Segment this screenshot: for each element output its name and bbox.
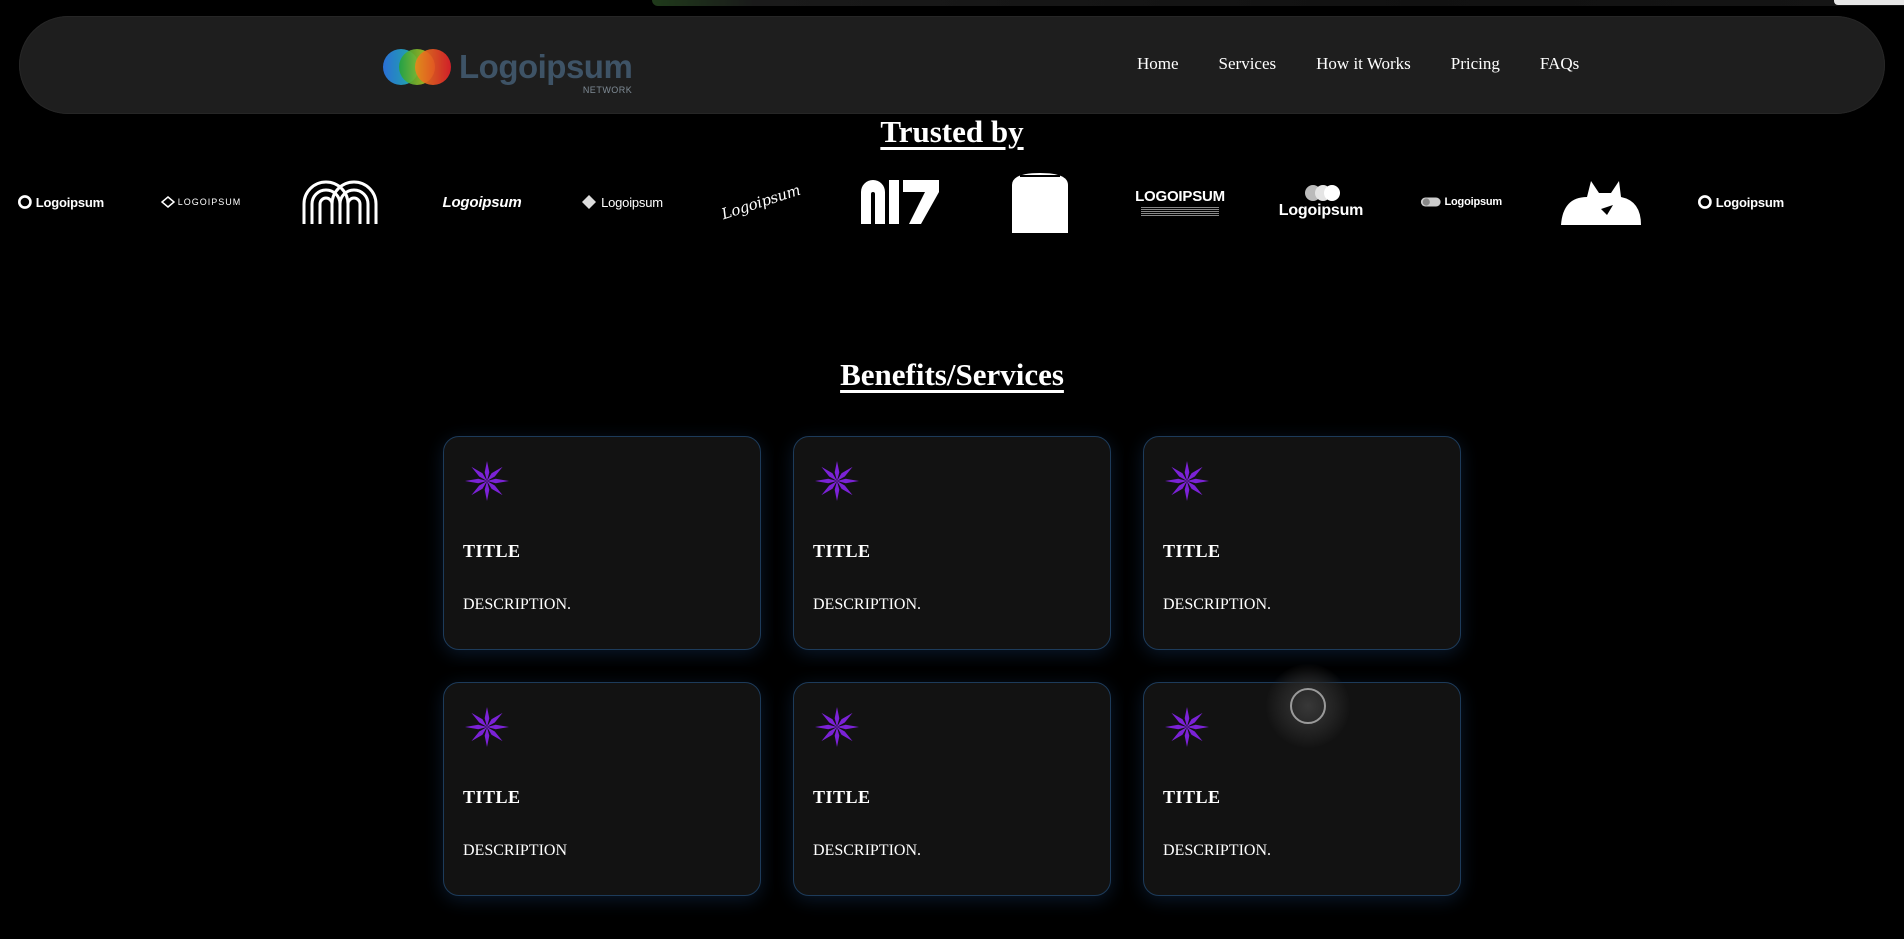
wordmark-logo-icon: Logoipsum [442,193,522,211]
nav-faqs[interactable]: FAQs [1540,54,1579,74]
reflection-stripes [1141,206,1219,216]
brand-name: Logoipsum [459,48,633,85]
script-signature-logo-icon: Logoipsum [719,180,803,224]
bubbles-logo-icon [1305,185,1340,201]
service-card-description: DESCRIPTION. [813,596,922,613]
nav-services[interactable]: Services [1219,54,1277,74]
trusted-logo [1560,170,1642,234]
trusted-logo: Logoipsum [1278,170,1364,234]
ring-logo-icon [18,195,32,209]
cat-silhouette-logo-icon [1561,181,1641,225]
service-card: TITLE DESCRIPTION. [793,682,1111,896]
service-card-title: TITLE [813,787,871,807]
nav-how-it-works[interactable]: How it Works [1316,54,1411,74]
service-card-description: DESCRIPTION. [463,596,572,613]
trusted-logo-label: Logoipsum [35,194,104,210]
brand-logo[interactable]: Logoipsum NETWORK [381,42,633,96]
service-card: TITLE DESCRIPTION. [443,436,761,650]
star-flower-icon [815,707,859,747]
service-card-title: TITLE [463,541,521,561]
trusted-logo: Logoipsum [1698,170,1784,234]
trusted-logo-row: Logoipsum LOGOIPSUM Logoipsum Logoipsum … [0,170,1904,234]
trusted-logo: Logoipsum [1420,170,1502,234]
star-flower-icon [465,707,509,747]
rainbow-circles-icon [383,49,451,85]
benefits-title: Benefits/Services [840,357,1064,392]
trusted-logo-label: Logoipsum [1444,196,1503,208]
cursor-ring-inner [1290,688,1326,724]
diamond-outline-logo-icon [160,196,175,208]
star-flower-icon [465,461,509,501]
service-card-description: DESCRIPTION. [1163,842,1272,859]
trusted-logo: Logoipsum [440,170,524,234]
cursor-indicator [1266,664,1350,748]
service-card-title: TITLE [1163,541,1221,561]
service-card-description: DESCRIPTION. [1163,596,1272,613]
service-card-description: DESCRIPTION [463,842,568,859]
brand-text: Logoipsum NETWORK [459,48,633,96]
nav-home[interactable]: Home [1137,54,1179,74]
concentric-loops-logo-icon [302,180,378,224]
trusted-logo: Logoipsum [580,170,664,234]
service-card: TITLE DESCRIPTION. [1143,436,1461,650]
nav-pricing[interactable]: Pricing [1451,54,1500,74]
trusted-logo: Logoipsum [18,170,104,234]
stacked-wordmark-logo-icon: LOGOIPSUM [1135,188,1225,205]
nav-links: Home Services How it Works Pricing FAQs [1137,54,1619,74]
service-card-title: TITLE [813,541,871,561]
service-card: TITLE DESCRIPTION. [793,436,1111,650]
service-card: TITLE DESCRIPTION [443,682,761,896]
brand-subtitle: NETWORK [582,85,633,95]
trusted-by-title: Trusted by [880,114,1024,149]
service-card-description: DESCRIPTION. [813,842,922,859]
trusted-logo-label: Logoipsum [1715,194,1784,210]
trusted-logo: LOGOIPSUM [1135,170,1225,234]
trusted-logo-label: Logoipsum [1278,202,1364,219]
star-flower-icon [1165,461,1209,501]
top-strip [652,0,1904,6]
service-card-title: TITLE [1163,787,1221,807]
ring-logo-icon [1698,195,1712,209]
trusted-logo-label: LOGOIPSUM [177,197,242,207]
trusted-logo [298,170,382,234]
block-letters-logo-icon [861,180,939,224]
top-strip-chip [1834,0,1904,5]
trusted-logo: Logoipsum [719,170,803,234]
diamond-logo-icon [582,195,597,209]
arch-block-logo-icon [1012,173,1068,233]
trusted-logo: LOGOIPSUM [160,170,242,234]
trusted-logo [1000,170,1080,234]
pill-logo-icon [1420,197,1441,207]
navbar: Logoipsum NETWORK Home Services How it W… [19,16,1885,114]
trusted-logo-label: Logoipsum [601,194,663,210]
star-flower-icon [815,461,859,501]
trusted-logo [858,170,942,234]
service-card-title: TITLE [463,787,521,807]
star-flower-icon [1165,707,1209,747]
